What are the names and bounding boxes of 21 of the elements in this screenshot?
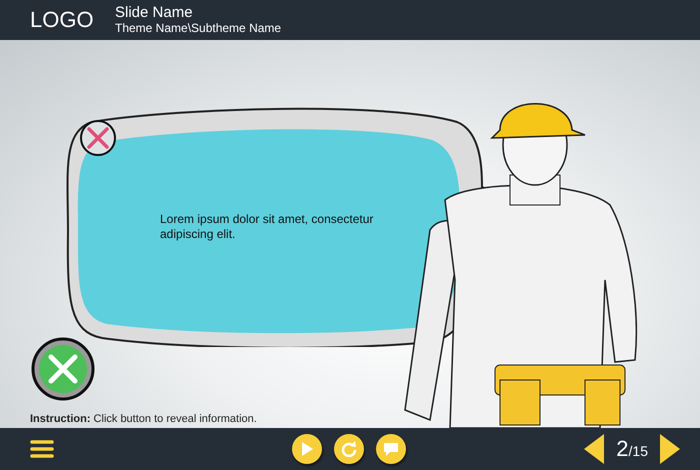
total-pages: /15 — [628, 443, 648, 459]
play-button[interactable] — [292, 434, 322, 464]
comment-button[interactable] — [376, 434, 406, 464]
replay-icon — [341, 441, 357, 457]
replay-button[interactable] — [334, 434, 364, 464]
logo: LOGO — [29, 7, 95, 33]
next-button[interactable] — [658, 434, 680, 464]
instruction-text: Instruction: Click button to reveal information. — [30, 413, 257, 425]
current-page: 2 — [616, 436, 629, 462]
play-icon — [301, 442, 313, 456]
left-arrow-icon — [584, 434, 606, 464]
speech-bubble-icon — [383, 442, 399, 456]
previous-button[interactable] — [584, 434, 606, 464]
callout-text: Lorem ipsum dolor sit amet, consectetur adipiscing elit. — [160, 212, 374, 242]
close-button[interactable] — [79, 119, 117, 157]
theme-path: Theme Name\Subtheme Name — [115, 21, 282, 36]
right-arrow-icon — [658, 434, 680, 464]
menu-icon — [30, 439, 54, 459]
close-icon — [79, 119, 117, 157]
menu-button[interactable] — [30, 439, 54, 459]
slide-title: Slide Name — [115, 4, 194, 21]
